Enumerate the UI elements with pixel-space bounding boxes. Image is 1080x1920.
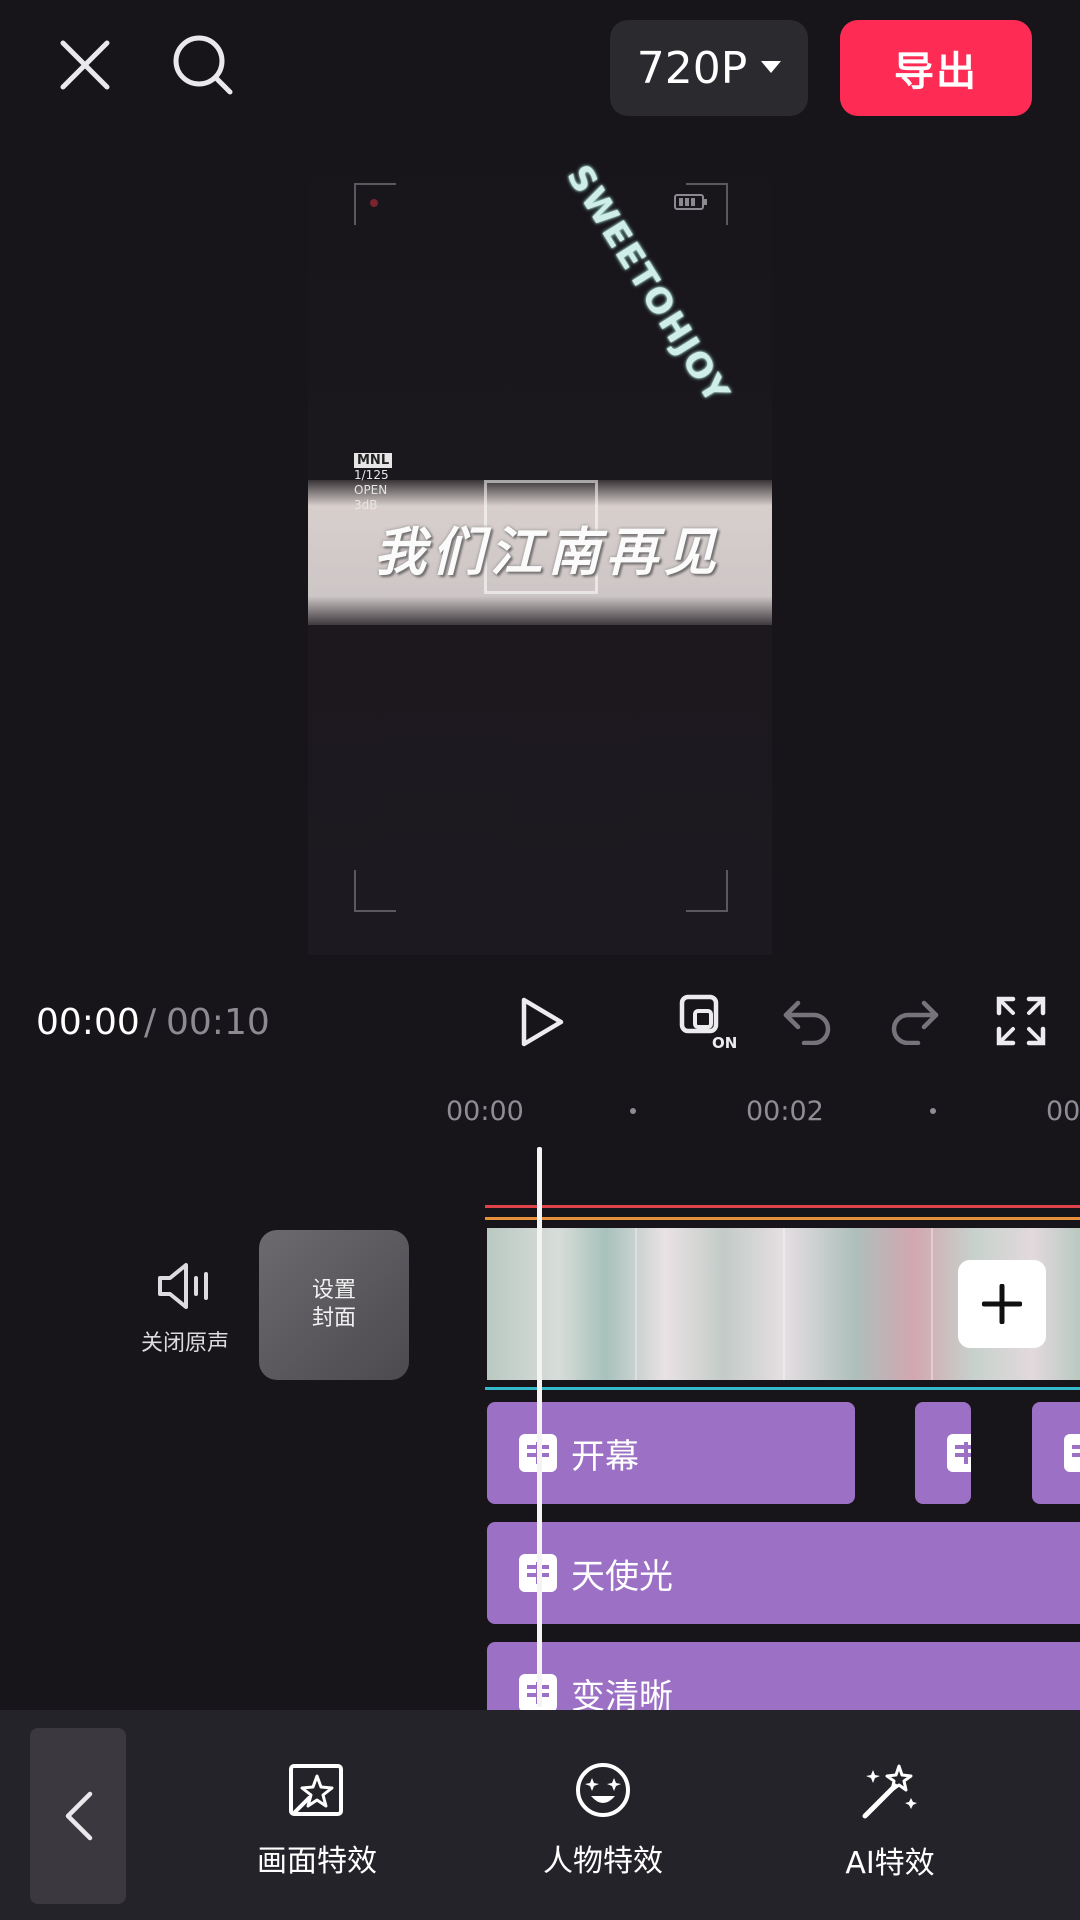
- ai-effect-label: AI特效: [845, 1846, 935, 1881]
- play-icon: [521, 997, 564, 1047]
- play-button[interactable]: [512, 992, 572, 1052]
- frame-separator: [931, 1228, 933, 1380]
- effect-clip[interactable]: 天使光: [487, 1522, 1080, 1624]
- frame-separator: [783, 1228, 785, 1380]
- video-preview[interactable]: SWEETOHJOY MNL 1/125 OPEN 3dB 我们江南再见: [308, 135, 772, 955]
- effect-label: 开幕: [571, 1436, 639, 1477]
- frame-effect-label: 画面特效: [257, 1844, 377, 1879]
- camera-badge: MNL: [354, 453, 393, 468]
- mute-original-label[interactable]: 关闭原声: [110, 1325, 260, 1357]
- rec-dot: [370, 199, 378, 207]
- add-clip-button[interactable]: [958, 1260, 1046, 1348]
- preview-title-text[interactable]: 我们江南再见: [348, 510, 748, 585]
- playhead[interactable]: [537, 1147, 542, 1707]
- caret-down-icon: [761, 61, 782, 73]
- frame-corner-br: [686, 870, 728, 912]
- timeline-tick-label: 00: [1046, 1096, 1080, 1127]
- face-effect-label: 人物特效: [543, 1844, 663, 1879]
- frame-effect-tool[interactable]: 画面特效: [207, 1760, 427, 1880]
- current-time: 00:00: [36, 1002, 140, 1043]
- undo-button[interactable]: [780, 994, 836, 1050]
- resolution-value: 720P: [636, 42, 748, 94]
- effect-clip[interactable]: [1032, 1402, 1080, 1504]
- search-button[interactable]: [168, 30, 238, 100]
- face-effect-tool[interactable]: 人物特效: [493, 1760, 713, 1880]
- audio-track-line: [485, 1205, 1080, 1208]
- cover-label-line2: 封面: [311, 1306, 356, 1331]
- keyframe-on-icon: ON: [679, 994, 736, 1051]
- keyframe-toggle-button[interactable]: ON: [676, 990, 738, 1054]
- cover-label-line1: 设置: [311, 1278, 356, 1303]
- text-sticker[interactable]: SWEETOHJOY: [530, 158, 765, 412]
- fullscreen-button[interactable]: [990, 990, 1052, 1052]
- effect-icon: [1064, 1434, 1080, 1472]
- back-button[interactable]: [30, 1728, 126, 1904]
- timeline-tick-dot: [630, 1108, 636, 1114]
- magic-wand-icon: [862, 1764, 917, 1819]
- effect-clip[interactable]: [915, 1402, 971, 1504]
- effect-icon: [947, 1434, 971, 1472]
- text-track-line: [485, 1387, 1080, 1390]
- total-time: 00:10: [166, 1002, 270, 1043]
- plus-icon: [982, 1284, 1022, 1324]
- chevron-left-icon: [65, 1791, 93, 1841]
- fullscreen-icon: [996, 996, 1046, 1046]
- frame-corner-bl: [354, 870, 396, 912]
- effect-clip[interactable]: 开幕: [487, 1402, 855, 1504]
- search-icon: [173, 35, 233, 95]
- close-button[interactable]: [50, 30, 120, 100]
- undo-icon: [783, 1000, 831, 1045]
- effect-track-line: [485, 1217, 1080, 1220]
- mute-original-button[interactable]: [152, 1256, 218, 1316]
- camera-line-shutter: 1/125: [354, 468, 389, 482]
- camera-line-iris: OPEN: [354, 483, 388, 497]
- frame-effect-icon: [289, 1764, 343, 1816]
- face-effect-icon: [576, 1763, 630, 1817]
- frame-separator: [635, 1228, 637, 1380]
- camera-overlay: MNL 1/125 OPEN 3dB: [354, 453, 393, 513]
- timeline-tick-dot: [930, 1108, 936, 1114]
- export-button[interactable]: 导出: [840, 20, 1032, 116]
- resolution-dropdown[interactable]: 720P: [610, 20, 808, 116]
- speaker-icon: [158, 1263, 208, 1309]
- ai-effect-tool[interactable]: AI特效: [780, 1760, 1000, 1882]
- set-cover-button[interactable]: 设置 封面: [259, 1230, 409, 1380]
- close-icon: [60, 40, 110, 90]
- redo-icon: [891, 1000, 939, 1045]
- effect-label: 天使光: [571, 1556, 673, 1597]
- timeline-tick-label: 00:02: [746, 1096, 824, 1127]
- svg-text:ON: ON: [712, 1034, 736, 1051]
- redo-button[interactable]: [886, 994, 942, 1050]
- time-separator: /: [144, 1002, 157, 1043]
- timeline-tick-label: 00:00: [446, 1096, 524, 1127]
